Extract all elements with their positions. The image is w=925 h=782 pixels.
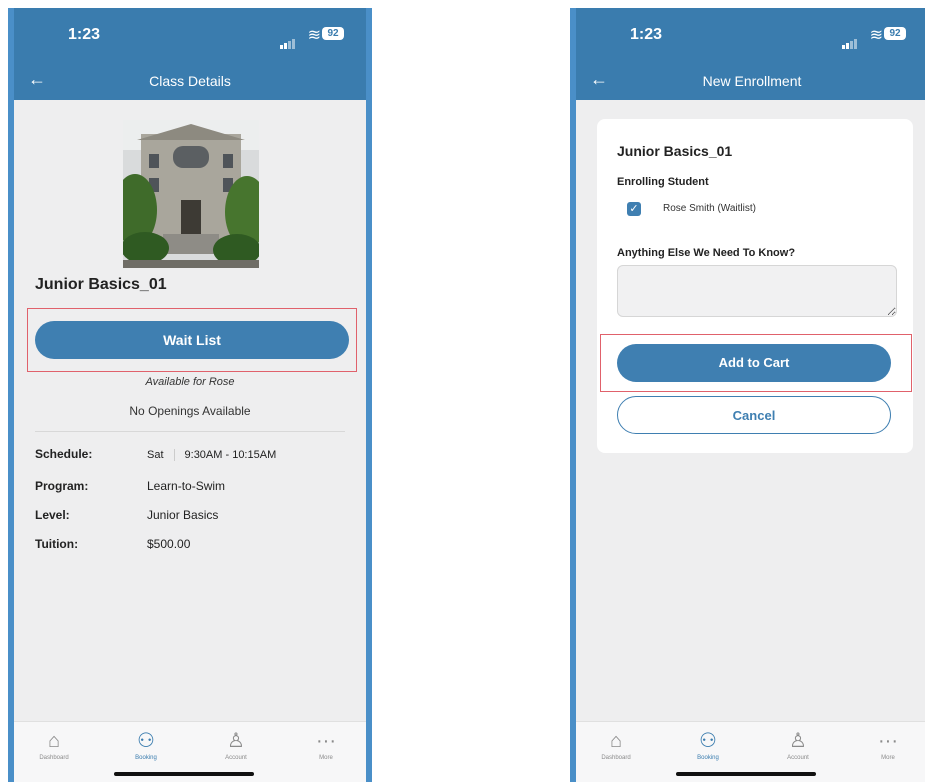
level-value: Junior Basics: [147, 508, 219, 522]
more-icon: ···: [316, 730, 336, 752]
enrolling-student-label: Enrolling Student: [617, 176, 709, 188]
class-building-image: [123, 120, 259, 268]
tab-account[interactable]: ♙ Account: [768, 730, 828, 761]
divider: [35, 431, 345, 432]
tab-dashboard[interactable]: ⌂ Dashboard: [586, 730, 646, 761]
cancel-button[interactable]: Cancel: [617, 396, 891, 434]
person-icon: ♙: [789, 730, 807, 752]
program-value: Learn-to-Swim: [147, 479, 226, 493]
home-icon: ⌂: [609, 730, 623, 752]
nav-title: Class Details: [149, 73, 231, 89]
home-icon: ⌂: [47, 730, 61, 752]
new-enrollment-screen: 1:23 ≋ 92 ← New Enrollment Junior Basics…: [570, 8, 925, 782]
people-icon: ⚇: [699, 730, 717, 752]
signal-icon: [280, 31, 296, 49]
notes-textarea[interactable]: [617, 265, 897, 317]
people-icon: ⚇: [137, 730, 155, 752]
battery-icon: 92: [884, 27, 906, 40]
tab-dashboard[interactable]: ⌂ Dashboard: [24, 730, 84, 761]
schedule-label: Schedule:: [35, 447, 93, 461]
class-name: Junior Basics_01: [35, 276, 167, 293]
schedule-time: 9:30AM - 10:15AM: [184, 449, 277, 461]
person-icon: ♙: [227, 730, 245, 752]
tab-more[interactable]: ··· More: [858, 730, 918, 761]
signal-icon: [842, 31, 858, 49]
schedule-day: Sat: [147, 449, 164, 461]
tuition-label: Tuition:: [35, 537, 79, 551]
enrollment-card: Junior Basics_01 Enrolling Student ✓ Ros…: [597, 119, 913, 453]
nav-title: New Enrollment: [702, 73, 802, 89]
add-to-cart-button[interactable]: Add to Cart: [617, 344, 891, 382]
nav-bar: ← Class Details: [14, 63, 366, 100]
more-icon: ···: [878, 730, 898, 752]
status-bar: 1:23 ≋ 92: [14, 8, 366, 63]
battery-icon: 92: [322, 27, 344, 40]
tab-bar: ⌂ Dashboard ⚇ Booking ♙ Account ··· More: [14, 721, 366, 782]
level-label: Level:: [35, 508, 70, 522]
student-option-label: Rose Smith (Waitlist): [663, 203, 756, 214]
home-indicator: [114, 772, 254, 776]
wifi-icon: ≋: [307, 27, 321, 44]
notes-question: Anything Else We Need To Know?: [617, 247, 796, 259]
wifi-icon: ≋: [869, 27, 883, 44]
tuition-value: $500.00: [147, 537, 191, 551]
status-time: 1:23: [630, 26, 663, 43]
tab-booking[interactable]: ⚇ Booking: [678, 730, 738, 761]
tab-account[interactable]: ♙ Account: [206, 730, 266, 761]
nav-bar: ← New Enrollment: [576, 63, 925, 100]
separator: [173, 448, 175, 461]
openings-status: No Openings Available: [129, 404, 251, 418]
home-indicator: [676, 772, 816, 776]
class-name: Junior Basics_01: [617, 143, 733, 159]
student-checkbox[interactable]: ✓: [627, 202, 641, 216]
wait-list-button[interactable]: Wait List: [35, 321, 349, 359]
program-label: Program:: [35, 479, 89, 493]
availability-note: Available for Rose: [145, 376, 235, 388]
status-time: 1:23: [68, 26, 101, 43]
class-details-screen: 1:23 ≋ 92 ← Class Details Junior Basics_…: [8, 8, 372, 782]
tab-more[interactable]: ··· More: [296, 730, 356, 761]
status-bar: 1:23 ≋ 92: [576, 8, 925, 63]
tab-bar: ⌂ Dashboard ⚇ Booking ♙ Account ··· More: [576, 721, 925, 782]
tab-booking[interactable]: ⚇ Booking: [116, 730, 176, 761]
